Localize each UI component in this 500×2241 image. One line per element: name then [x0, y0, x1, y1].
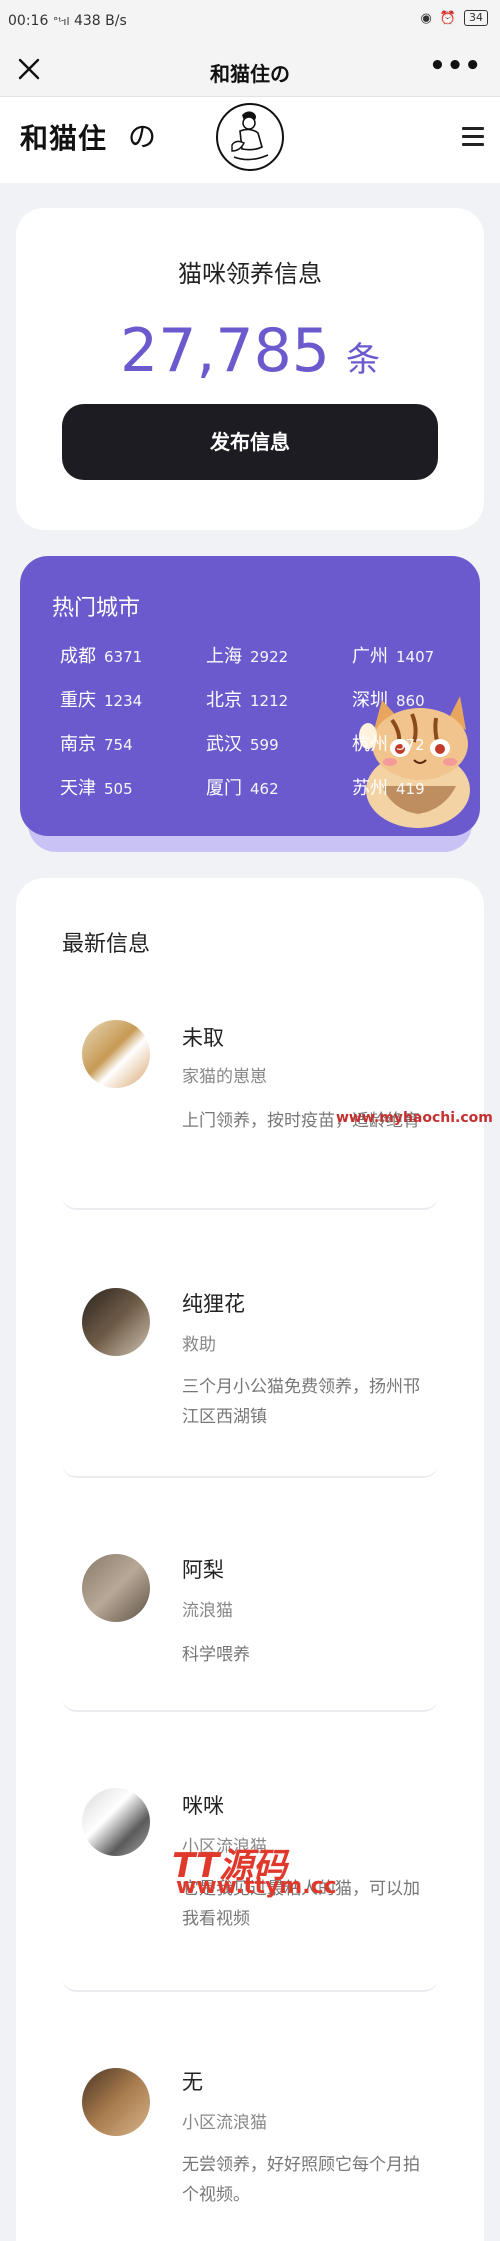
logo-suffix: の — [128, 120, 157, 153]
latest-info-card: 最新信息 未取 家猫的崽崽 上门领养，按时疫苗，适龄绝育 纯狸花 救助 三个月小… — [16, 878, 484, 2241]
avatar — [82, 2068, 150, 2136]
stat-count-unit: 条 — [345, 340, 380, 380]
item-name: 咪咪 — [182, 1794, 224, 1818]
item-name: 阿梨 — [182, 1558, 224, 1582]
avatar — [82, 1788, 150, 1856]
item-desc: 三个月小公猫免费领养，扬州邗江区西湖镇 — [182, 1377, 420, 1427]
hot-cities-title: 热门城市 — [52, 596, 141, 621]
item-type: 家猫的崽崽 — [182, 1067, 267, 1087]
item-type: 流浪猫 — [182, 1601, 233, 1621]
status-bar: 00:16 °ᵗ᠊ıl 438 B/s ◉ ⏰ 34 — [0, 0, 500, 44]
city-item[interactable]: 广州 1407 — [352, 642, 434, 668]
city-item[interactable]: 武汉 599 — [206, 730, 279, 756]
avatar — [82, 1020, 150, 1088]
alarm-icon: ⏰ — [439, 10, 456, 26]
signal-icon: °ᵗ᠊ıl — [52, 15, 70, 28]
cat-illustration-icon — [359, 696, 470, 828]
battery-icon: 34 — [464, 10, 488, 26]
item-type: 小区流浪猫 — [182, 2113, 267, 2133]
network-speed: 438 B/s — [73, 13, 127, 29]
list-item[interactable]: 未取 家猫的崽崽 上门领养，按时疫苗，适龄绝育 — [62, 988, 438, 1210]
stat-count-value: 27,785 — [120, 316, 330, 386]
list-item[interactable]: 无 小区流浪猫 无尝领养，好好照顾它每个月拍个视频。 — [62, 2028, 438, 2228]
status-time: 00:16 — [8, 13, 49, 29]
city-item[interactable]: 北京 1212 — [206, 686, 288, 712]
item-desc: 无尝领养，好好照顾它每个月拍个视频。 — [182, 2155, 420, 2205]
city-item[interactable]: 重庆 1234 — [60, 686, 142, 712]
list-item[interactable]: 纯狸花 救助 三个月小公猫免费领养，扬州邗江区西湖镇 — [62, 1250, 438, 1478]
more-icon[interactable]: ••• — [429, 53, 482, 79]
item-name: 纯狸花 — [182, 1292, 245, 1316]
logo-text: 和猫住 — [20, 122, 108, 155]
city-item[interactable]: 上海 2922 — [206, 642, 288, 668]
list-item[interactable]: 阿梨 流浪猫 科学喂养 — [62, 1514, 438, 1712]
city-item[interactable]: 杭州 572 — [352, 730, 425, 756]
logo-illustration-icon — [216, 103, 284, 171]
city-item[interactable]: 天津 505 — [60, 774, 133, 800]
stat-title: 猫咪领养信息 — [178, 260, 322, 288]
avatar — [82, 1288, 150, 1356]
status-right: ◉ ⏰ 34 — [420, 10, 488, 26]
item-name: 无 — [182, 2070, 203, 2094]
mini-program-titlebar: 和猫住の ••• — [0, 44, 500, 97]
city-item[interactable]: 苏州 419 — [352, 774, 425, 800]
watermark-url: www.ttym.cc — [176, 1874, 337, 1899]
latest-info-title: 最新信息 — [62, 932, 151, 957]
stat-count: 27,785 条 — [16, 316, 484, 386]
city-item[interactable]: 南京 754 — [60, 730, 133, 756]
city-item[interactable]: 成都 6371 — [60, 642, 142, 668]
status-left: 00:16 °ᵗ᠊ıl 438 B/s — [8, 10, 127, 29]
item-desc: 科学喂养 — [182, 1645, 250, 1665]
avatar — [82, 1554, 150, 1622]
hamburger-menu-icon[interactable] — [462, 127, 484, 147]
page-title: 和猫住の — [210, 62, 290, 86]
lock-icon: ◉ — [420, 10, 432, 26]
adoption-stat-card: 猫咪领养信息 27,785 条 发布信息 — [16, 208, 484, 530]
publish-button[interactable]: 发布信息 — [62, 404, 438, 480]
item-name: 未取 — [182, 1026, 224, 1050]
hot-cities-card: 热门城市 成都 6371 上海 2922 广州 1407 重庆 1234 北京 1212 … — [20, 556, 480, 836]
item-type: 救助 — [182, 1335, 216, 1355]
city-item[interactable]: 厦门 462 — [206, 774, 279, 800]
watermark-text: www.myhaochi.com — [336, 1110, 493, 1126]
app-header: 和猫住 の — [0, 97, 500, 183]
